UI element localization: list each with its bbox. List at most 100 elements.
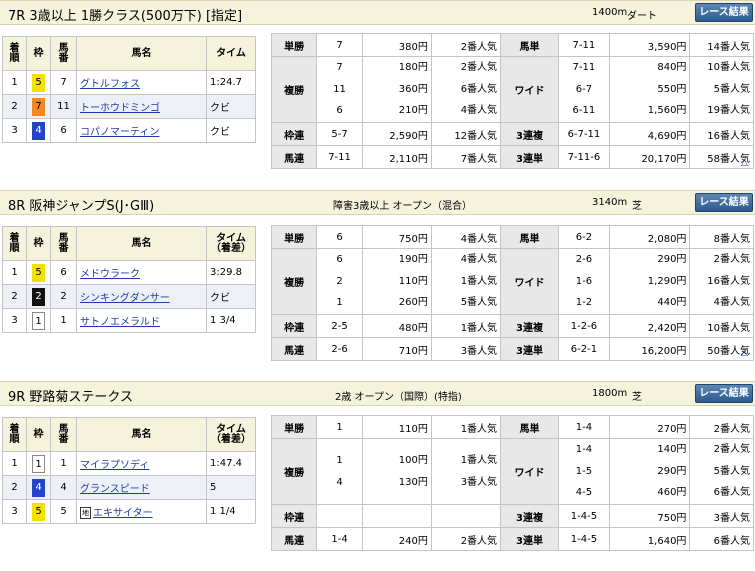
finish-place: 2 bbox=[2, 94, 27, 119]
trifecta-popularity: 6番人気 bbox=[689, 527, 754, 552]
finish-place: 2 bbox=[2, 284, 27, 309]
place-payout-line: 110円 bbox=[398, 275, 428, 287]
exacta-label: 馬単 bbox=[500, 415, 559, 439]
horse-name-link[interactable]: シンキングダンサー bbox=[80, 293, 170, 304]
header-frame: 枠 bbox=[26, 226, 51, 261]
horse-name-link[interactable]: サトノエメラルド bbox=[80, 317, 160, 328]
exacta-combo: 7-11 bbox=[557, 33, 610, 57]
finish-time: 1:47.4 bbox=[206, 451, 256, 476]
bracket-quinella-label: 枠連 bbox=[270, 504, 318, 529]
payout-table: 単勝 6 750円 4番人気 馬単 6-2 2,080円 8番人気 複勝 6 2 1 190円 110円 2… bbox=[270, 225, 754, 362]
payout-row: 複勝 7 11 6 180円 360円 210円 2番人気 6番人気 4番人気 ワイド 7-11 6-7… bbox=[270, 55, 754, 124]
place-payout: 190円 110円 260円 bbox=[361, 247, 432, 316]
horse-name-link[interactable]: グトルフォス bbox=[80, 79, 140, 90]
finish-place: 1 bbox=[2, 70, 27, 95]
result-row: 3 4 6 コパノマーティン クビ bbox=[2, 118, 256, 143]
header-time: タイム bbox=[206, 36, 256, 71]
header-frame: 枠 bbox=[26, 36, 51, 71]
place-popularity-line: 2番人気 bbox=[460, 62, 498, 73]
bracket-quinella-payout: 2,590円 bbox=[361, 122, 432, 147]
wide-popularity: 2番人気 5番人気 6番人気 bbox=[689, 437, 754, 506]
place-payout-line: 190円 bbox=[398, 254, 428, 265]
frame-cell: 5 bbox=[26, 70, 51, 95]
payout-row: 馬連 2-6 710円 3番人気 3連単 6-2-1 16,200円 50番人気 bbox=[270, 337, 754, 362]
place-popularity-line: 4番人気 bbox=[460, 254, 498, 265]
trifecta-combo: 7-11-6 bbox=[557, 145, 610, 170]
place-payout-line: 180円 bbox=[398, 62, 428, 73]
horse-name-link[interactable]: メドウラーク bbox=[80, 269, 140, 280]
exacta-popularity: 8番人気 bbox=[689, 225, 754, 249]
wide-payout: 840円 550円 1,560円 bbox=[608, 55, 691, 124]
frame-badge: 5 bbox=[32, 73, 45, 92]
place-popularity-line: 4番人気 bbox=[460, 105, 498, 117]
frame-badge: 1 bbox=[32, 454, 45, 473]
bracket-quinella-payout bbox=[361, 504, 432, 529]
place-combo-line: 11 bbox=[333, 83, 346, 95]
wide-combo-line: 1-4 bbox=[575, 444, 593, 455]
horse-name-link[interactable]: マイラプソディ bbox=[80, 460, 149, 471]
payout-row: 枠連 5-7 2,590円 12番人気 3連複 6-7-11 4,690円 16番人気 bbox=[270, 122, 754, 147]
horse-name-cell: サトノエメラルド bbox=[76, 308, 207, 333]
place-popularity-line: 5番人気 bbox=[460, 297, 498, 309]
horse-name-link[interactable]: エキサイター bbox=[93, 508, 153, 519]
place-label: 複勝 bbox=[270, 247, 318, 316]
place-popularity: 2番人気 6番人気 4番人気 bbox=[430, 55, 502, 124]
wide-popularity-line: 16番人気 bbox=[707, 275, 750, 287]
back-to-top-icon[interactable]: △ bbox=[741, 348, 748, 358]
race-surface: ダート bbox=[627, 11, 657, 22]
race-distance: 3140m bbox=[592, 197, 628, 208]
exacta-payout: 2,080円 bbox=[608, 225, 691, 249]
place-payout-line: 100円 bbox=[398, 454, 428, 466]
race-result-button[interactable]: レース結果 bbox=[695, 193, 753, 212]
header-horse-number: 馬番 bbox=[50, 417, 77, 452]
back-to-top-icon[interactable]: △ bbox=[741, 158, 748, 168]
quinella-label: 馬連 bbox=[270, 527, 318, 552]
result-row: 1 5 6 メドウラーク 3:29.8 bbox=[2, 260, 256, 285]
finish-order-table: 着順枠馬番馬名 タイム （着差） 1 1 1 マイラプソディ 1:47.4 2 4 4 グランスピード… bbox=[2, 417, 256, 524]
horse-name-cell: マイラプソディ bbox=[76, 451, 207, 476]
payout-row: 複勝 1 4 100円 130円 1番人気 3番人気 ワイド 1-4 1-5 4-5 140円 290円… bbox=[270, 437, 754, 506]
horse-name-link[interactable]: トーホウドミンゴ bbox=[80, 103, 160, 114]
wide-payout-line: 1,560円 bbox=[647, 105, 687, 117]
place-combo-line: 4 bbox=[336, 476, 343, 488]
quinella-popularity: 3番人気 bbox=[430, 337, 502, 362]
wide-payout-line: 290円 bbox=[657, 254, 687, 265]
place-popularity-line: 1番人気 bbox=[460, 454, 498, 466]
trifecta-combo: 6-2-1 bbox=[557, 337, 610, 362]
quinella-label: 馬連 bbox=[270, 145, 318, 170]
wide-popularity-line: 10番人気 bbox=[707, 62, 750, 73]
finish-place: 1 bbox=[2, 260, 27, 285]
win-label: 単勝 bbox=[270, 33, 318, 57]
header-time: タイム （着差） bbox=[206, 226, 256, 261]
place-popularity: 1番人気 3番人気 bbox=[430, 437, 502, 506]
wide-payout-line: 440円 bbox=[657, 297, 687, 309]
bracket-quinella-popularity: 12番人気 bbox=[430, 122, 502, 147]
horse-number: 11 bbox=[50, 94, 77, 119]
horse-number: 2 bbox=[50, 284, 77, 309]
finish-order-table: 着順枠馬番馬名 タイム （着差） 1 5 6 メドウラーク 3:29.8 2 2 2 シンキングダンサ… bbox=[2, 226, 256, 333]
wide-popularity-line: 2番人気 bbox=[713, 254, 750, 265]
frame-cell: 5 bbox=[26, 260, 51, 285]
header-horse-number: 馬番 bbox=[50, 226, 77, 261]
bracket-quinella-popularity bbox=[430, 504, 502, 529]
wide-payout-line: 840円 bbox=[657, 62, 687, 73]
header-horse-name: 馬名 bbox=[76, 226, 207, 261]
horse-name-link[interactable]: コパノマーティン bbox=[80, 127, 159, 138]
trio-combo: 6-7-11 bbox=[557, 122, 610, 147]
wide-popularity-line: 19番人気 bbox=[707, 105, 750, 117]
trio-popularity: 10番人気 bbox=[689, 314, 754, 339]
wide-combo: 2-6 1-6 1-2 bbox=[557, 247, 610, 316]
bracket-quinella-popularity: 1番人気 bbox=[430, 314, 502, 339]
horse-name-cell: メドウラーク bbox=[76, 260, 207, 285]
race-result-button[interactable]: レース結果 bbox=[695, 384, 753, 403]
wide-payout-line: 140円 bbox=[657, 444, 687, 455]
wide-combo-line: 4-5 bbox=[575, 487, 593, 499]
header-horse-name: 馬名 bbox=[76, 417, 207, 452]
race-result-button[interactable]: レース結果 bbox=[695, 3, 753, 22]
finish-place: 3 bbox=[2, 308, 27, 333]
horse-name-link[interactable]: グランスピード bbox=[80, 484, 150, 495]
race-section: 9R 野路菊ステークス 2歳 オープン（国際）(特指) 1800m 芝 レース結果着順枠… bbox=[0, 381, 755, 571]
wide-label: ワイド bbox=[500, 247, 559, 316]
race-section: 8R 阪神ジャンプS(J･GⅢ) 障害3歳以上 オープン（混合） 3140m 芝 レース… bbox=[0, 190, 755, 380]
place-popularity-line: 6番人気 bbox=[460, 83, 498, 95]
